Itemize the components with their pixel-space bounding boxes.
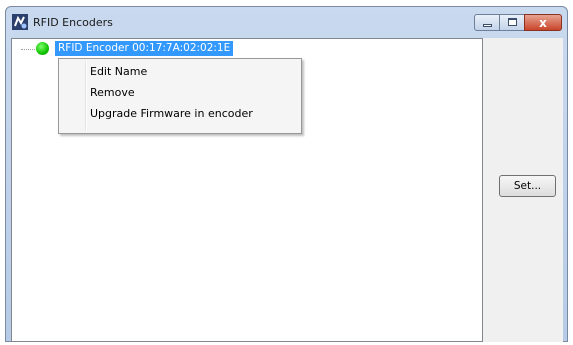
tree-connector-line <box>21 49 35 51</box>
close-icon: x <box>539 16 547 30</box>
window-title: RFID Encoders <box>33 16 113 29</box>
menu-item-remove[interactable]: Remove <box>90 83 135 103</box>
rfid-app-icon <box>12 14 28 30</box>
maximize-icon <box>508 18 517 26</box>
client-area: RFID Encoder 00:17:7A:02:02:1E Edit Name… <box>11 38 563 342</box>
close-button[interactable]: x <box>524 14 562 31</box>
minimize-icon <box>483 24 492 27</box>
menu-item-edit-name[interactable]: Edit Name <box>90 62 147 82</box>
maximize-button[interactable] <box>499 14 525 31</box>
menu-gutter-divider <box>85 61 87 131</box>
status-connected-icon <box>36 42 49 55</box>
menu-item-upgrade-firmware[interactable]: Upgrade Firmware in encoder <box>90 104 253 124</box>
encoder-tree-view[interactable]: RFID Encoder 00:17:7A:02:02:1E Edit Name… <box>11 38 483 342</box>
rfid-encoders-window: RFID Encoders x RFID Encoder 00:17:7A:02… <box>5 6 568 342</box>
title-bar[interactable]: RFID Encoders x <box>6 7 567 37</box>
context-menu: Edit Name Remove Upgrade Firmware in enc… <box>58 58 302 134</box>
minimize-button[interactable] <box>474 14 500 31</box>
set-button[interactable]: Set... <box>499 175 556 197</box>
tree-node-encoder[interactable]: RFID Encoder 00:17:7A:02:02:1E <box>55 41 234 56</box>
